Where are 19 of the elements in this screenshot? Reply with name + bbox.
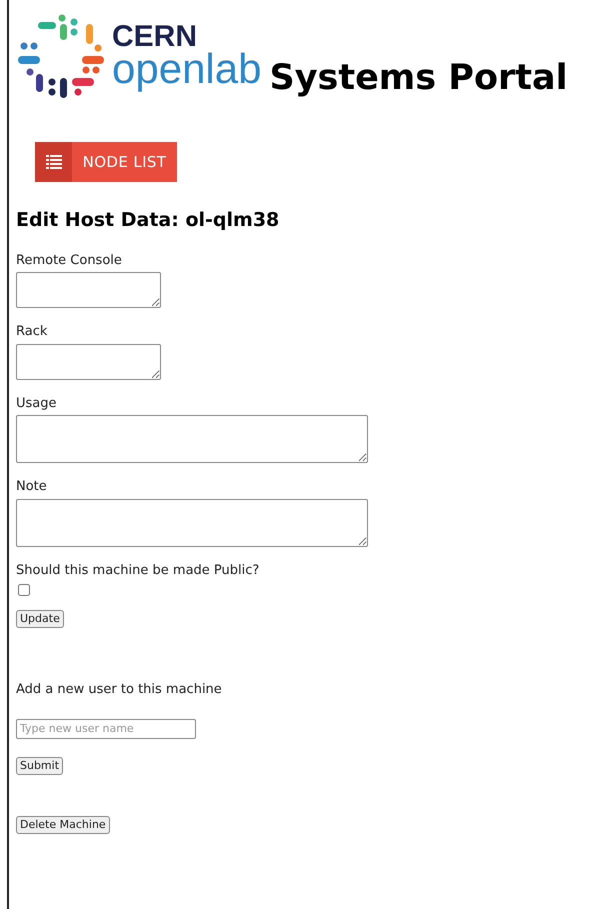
- list-icon: [46, 155, 62, 169]
- username-field[interactable]: Type new user name: [16, 718, 196, 738]
- field-label: Should this machine be made Public?: [16, 562, 260, 580]
- section-label: Add a new user to this machine: [16, 681, 223, 699]
- field-label: Remote Console: [16, 252, 123, 270]
- field-label: Rack: [16, 323, 48, 341]
- field-label: Note: [16, 478, 48, 496]
- text-area[interactable]: [16, 415, 368, 463]
- public-checkbox[interactable]: [18, 584, 30, 596]
- text-area[interactable]: [16, 344, 161, 380]
- field-label: Usage: [16, 394, 58, 412]
- delete-machine-button[interactable]: Delete Machine: [16, 816, 110, 834]
- submit-button[interactable]: Submit: [16, 756, 64, 774]
- page-heading: Edit Host Data: ol-qlm38: [16, 208, 280, 233]
- node-list-button[interactable]: NODE LIST: [35, 142, 177, 182]
- update-button[interactable]: Update: [16, 610, 64, 628]
- text-area[interactable]: [16, 272, 161, 308]
- site-title: Systems Portal: [269, 61, 568, 96]
- text-area[interactable]: [16, 498, 368, 546]
